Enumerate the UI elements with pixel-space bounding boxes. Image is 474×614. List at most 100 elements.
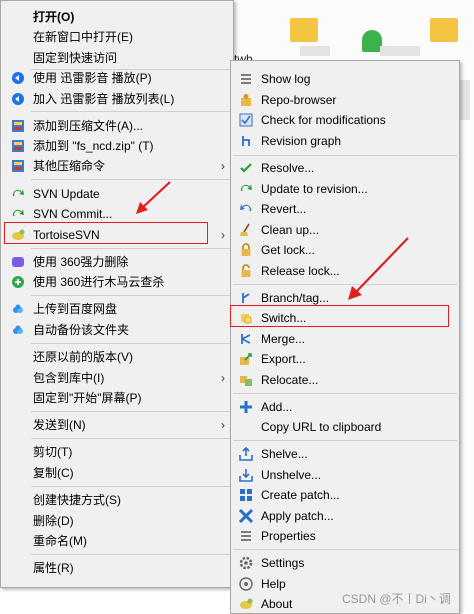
svn-item-resolve[interactable]: Resolve... [231,158,459,178]
menu-item-label: 添加到压缩文件(A)... [33,119,143,133]
menu-item-label: 剪切(T) [33,445,73,459]
menu-item-open[interactable]: 打开(O) [1,7,233,27]
svn-item-unshelve[interactable]: Unshelve... [231,465,459,485]
menu-item-label: 使用 迅雷影音 播放(P) [33,71,152,85]
highlight-box-switch [230,305,449,327]
menu-item-label: Update to revision... [261,182,368,196]
menu-item-label: Apply patch... [261,509,334,523]
folder-icon [362,30,382,52]
menu-item-label: 加入 迅雷影音 播放列表(L) [33,92,175,106]
menu-item-other-compress[interactable]: 其他压缩命令 › [1,156,233,176]
menu-item-add-zip[interactable]: 添加到 "fs_ncd.zip" (T) [1,136,233,156]
highlight-box-tortoisesvn [4,222,208,244]
menu-item-label: Show log [261,72,311,86]
svn-item-add[interactable]: Add... [231,397,459,417]
unshelve-icon [239,469,253,482]
svn-item-revision-graph[interactable]: Revision graph [231,131,459,151]
menu-separator [233,549,457,550]
relocate-icon [240,376,252,386]
context-menu: 打开(O) 在新窗口中打开(E) 固定到快速访问 使用 迅雷影音 播放(P) 加… [0,0,234,588]
menu-item-label: 打开(O) [33,10,75,24]
menu-item-xunlei-play[interactable]: 使用 迅雷影音 播放(P) [1,68,233,88]
svn-item-merge[interactable]: Merge... [231,329,459,349]
menu-item-baidu-upload[interactable]: 上传到百度网盘 [1,299,233,319]
about-icon [240,598,253,609]
menu-item-restore-versions[interactable]: 还原以前的版本(V) [1,347,233,367]
folder-icon [290,18,318,42]
merge-icon [241,334,251,344]
chevron-right-icon: › [221,371,225,385]
menu-item-add-archive[interactable]: 添加到压缩文件(A)... [1,116,233,136]
menu-item-create-shortcut[interactable]: 创建快捷方式(S) [1,490,233,510]
menu-item-pin-quick-access[interactable]: 固定到快速访问 [1,48,233,68]
archive-icon [12,140,24,152]
resolve-icon [240,163,252,173]
menu-separator [31,248,231,249]
svn-item-properties[interactable]: Properties [231,526,459,546]
svn-item-apply-patch[interactable]: Apply patch... [231,506,459,526]
menu-item-360-delete[interactable]: 使用 360强力删除 [1,252,233,272]
menu-item-label: 固定到快速访问 [33,51,118,65]
svn-item-revert[interactable]: Revert... [231,199,459,219]
menu-item-360-scan[interactable]: 使用 360进行木马云查杀 [1,272,233,292]
svn-item-relocate[interactable]: Relocate... [231,370,459,390]
menu-item-label: 在新窗口中打开(E) [33,30,133,44]
menu-item-label: Merge... [261,332,306,346]
svn-item-show-log[interactable]: Show log [231,69,459,89]
menu-item-cut[interactable]: 剪切(T) [1,442,233,462]
shelve-icon [239,447,253,461]
menu-separator [233,440,457,441]
menu-item-label: 自动备份该文件夹 [33,323,130,337]
menu-item-xunlei-playlist[interactable]: 加入 迅雷影音 播放列表(L) [1,89,233,109]
menu-item-label: Release lock... [261,264,340,278]
svn-item-repo-browser[interactable]: Repo-browser [231,90,459,110]
svn-item-check-modifications[interactable]: Check for modifications [231,110,459,130]
chevron-right-icon: › [221,418,225,432]
svn-item-copy-url[interactable]: Copy URL to clipboard [231,417,459,437]
lock-icon [241,243,251,256]
menu-separator [233,393,457,394]
menu-item-auto-backup[interactable]: 自动备份该文件夹 [1,320,233,340]
xunlei-icon [12,72,24,84]
svn-update-icon [12,189,24,196]
revert-icon [240,204,252,211]
svn-item-settings[interactable]: Settings [231,553,459,573]
menu-item-send-to[interactable]: 发送到(N) › [1,415,233,435]
baidu-cloud-icon [13,325,23,334]
svn-item-update-revision[interactable]: Update to revision... [231,179,459,199]
menu-item-label: About [261,597,293,611]
menu-item-label: 使用 360进行木马云查杀 [33,275,165,289]
repo-browser-icon [241,94,251,106]
menu-item-pin-start[interactable]: 固定到"开始"屏幕(P) [1,388,233,408]
menu-item-properties[interactable]: 属性(R) [1,558,233,578]
menu-separator [31,111,231,112]
branch-icon [242,293,250,303]
tortoisesvn-submenu: Show log Repo-browser Check for modifica… [230,60,460,614]
menu-item-delete[interactable]: 删除(D) [1,511,233,531]
menu-item-label: Shelve... [261,447,308,461]
menu-item-label: 其他压缩命令 [33,159,106,173]
menu-separator [233,155,457,156]
create-patch-icon [240,489,252,501]
svn-item-create-patch[interactable]: Create patch... [231,485,459,505]
menu-item-label: Copy URL to clipboard [261,420,382,434]
properties-icon [241,531,251,541]
update-revision-icon [240,184,252,191]
help-icon [239,577,253,591]
menu-item-label: 创建快捷方式(S) [33,493,121,507]
menu-item-label: Export... [261,352,306,366]
unlock-icon [241,264,251,277]
export-icon [240,353,252,365]
svn-item-shelve[interactable]: Shelve... [231,444,459,464]
menu-item-svn-commit[interactable]: SVN Commit... [1,204,233,224]
baidu-cloud-icon [13,304,23,313]
menu-item-label: Help [261,577,286,591]
menu-item-open-new-window[interactable]: 在新窗口中打开(E) [1,27,233,47]
menu-item-include-library[interactable]: 包含到库中(I) › [1,368,233,388]
menu-item-rename[interactable]: 重命名(M) [1,531,233,551]
svn-item-export[interactable]: Export... [231,349,459,369]
menu-item-svn-update[interactable]: SVN Update [1,184,233,204]
check-modifications-icon [239,113,253,127]
red-arrow-icon [348,237,409,300]
menu-item-copy[interactable]: 复制(C) [1,463,233,483]
